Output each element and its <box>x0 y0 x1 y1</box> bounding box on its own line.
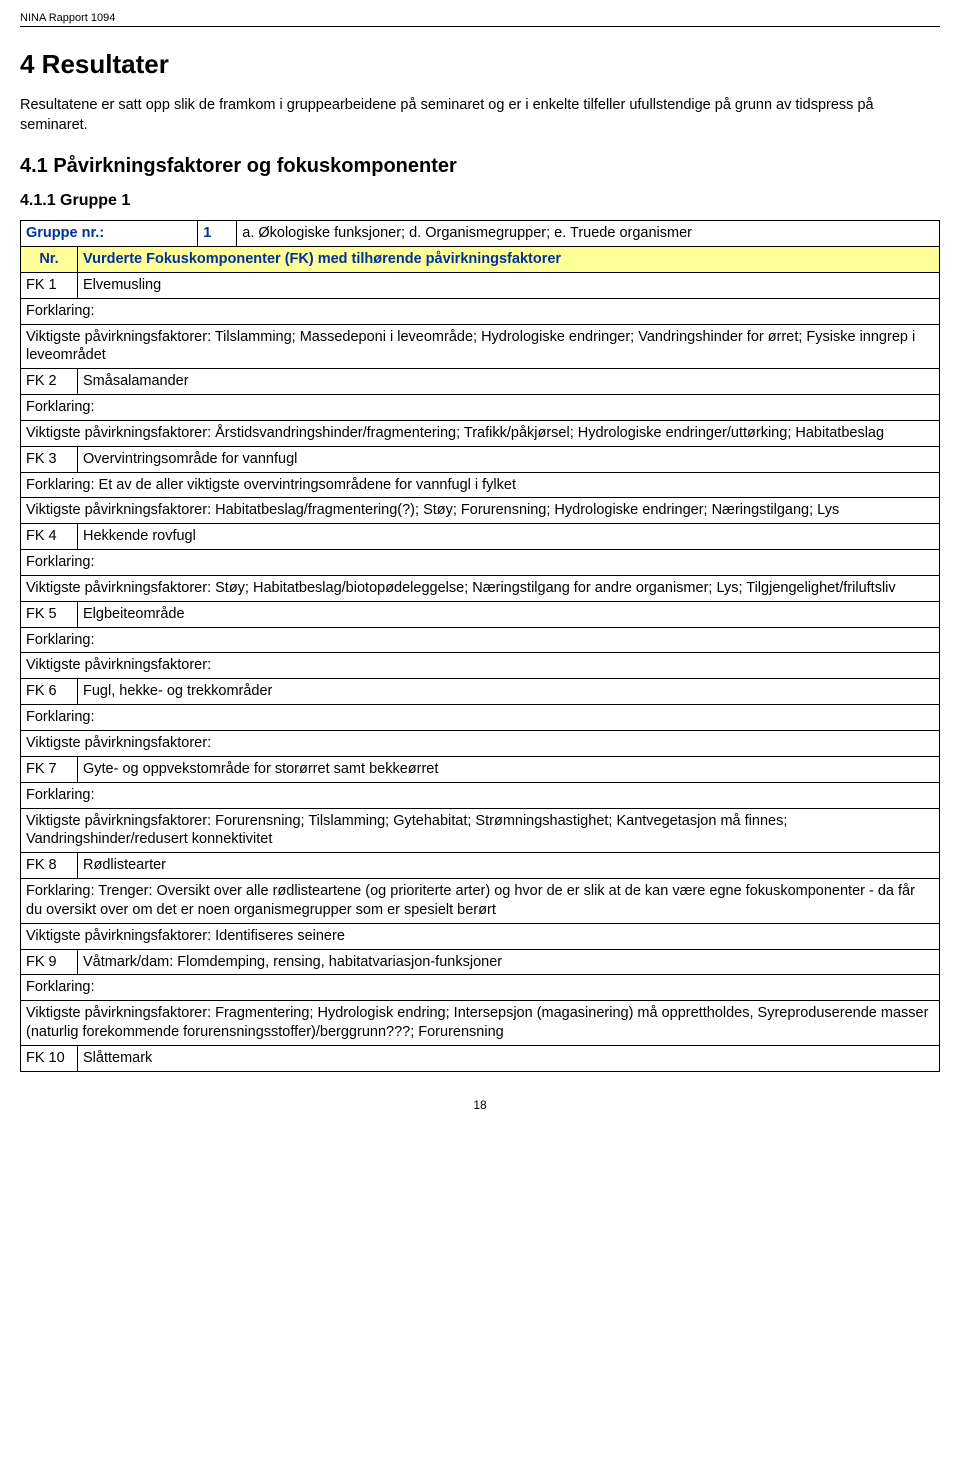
fk-explanation-row: Forklaring: <box>21 975 940 1001</box>
group-number: 1 <box>198 221 237 247</box>
fk-name: Slåttemark <box>78 1045 940 1071</box>
fk-header-title: Vurderte Fokuskomponenter (FK) med tilhø… <box>78 246 940 272</box>
fk-explanation-row: Forklaring: <box>21 298 940 324</box>
page-container: NINA Rapport 1094 4 Resultater Resultate… <box>0 0 960 1152</box>
fk-explanation-row: Forklaring: <box>21 627 940 653</box>
fk-name: Rødlistearter <box>78 853 940 879</box>
fk-row: FK 1Elvemusling <box>21 272 940 298</box>
fk-factors-row: Viktigste påvirkningsfaktorer: Fragmente… <box>21 1001 940 1046</box>
fk-explanation-row: Forklaring: Et av de aller viktigste ove… <box>21 472 940 498</box>
fk-explanation: Forklaring: Trenger: Oversikt over alle … <box>21 879 940 924</box>
fk-name: Gyte- og oppvekstområde for storørret sa… <box>78 756 940 782</box>
fk-factors: Viktigste påvirkningsfaktorer: Støy; Hab… <box>21 575 940 601</box>
fk-factors: Viktigste påvirkningsfaktorer: <box>21 731 940 757</box>
fk-explanation-row: Forklaring: Trenger: Oversikt over alle … <box>21 879 940 924</box>
fk-factors: Viktigste påvirkningsfaktorer: Tilslammi… <box>21 324 940 369</box>
fk-name: Hekkende rovfugl <box>78 524 940 550</box>
fk-label: FK 10 <box>21 1045 78 1071</box>
fk-factors: Viktigste påvirkningsfaktorer: Fragmente… <box>21 1001 940 1046</box>
fk-row: FK 10Slåttemark <box>21 1045 940 1071</box>
heading-411: 4.1.1 Gruppe 1 <box>20 192 940 210</box>
intro-paragraph: Resultatene er satt opp slik de framkom … <box>20 96 940 135</box>
fk-label: FK 9 <box>21 949 78 975</box>
group-header-row: Gruppe nr.:1a. Økologiske funksjoner; d.… <box>21 221 940 247</box>
fk-label: FK 5 <box>21 601 78 627</box>
fk-explanation: Forklaring: <box>21 298 940 324</box>
fk-factors-row: Viktigste påvirkningsfaktorer: <box>21 731 940 757</box>
fk-factors: Viktigste påvirkningsfaktorer: Habitatbe… <box>21 498 940 524</box>
fk-row: FK 5Elgbeiteområde <box>21 601 940 627</box>
fk-row: FK 8Rødlistearter <box>21 853 940 879</box>
fk-row: FK 9Våtmark/dam: Flomdemping, rensing, h… <box>21 949 940 975</box>
fk-row: FK 4Hekkende rovfugl <box>21 524 940 550</box>
fk-row: FK 6Fugl, hekke- og trekkområder <box>21 679 940 705</box>
fk-factors-row: Viktigste påvirkningsfaktorer: Tilslammi… <box>21 324 940 369</box>
fk-label: FK 4 <box>21 524 78 550</box>
fk-factors: Viktigste påvirkningsfaktorer: Identifis… <box>21 923 940 949</box>
fk-explanation-row: Forklaring: <box>21 550 940 576</box>
fk-explanation: Forklaring: <box>21 975 940 1001</box>
fk-explanation-row: Forklaring: <box>21 782 940 808</box>
fk-factors: Viktigste påvirkningsfaktorer: Årstidsva… <box>21 420 940 446</box>
fk-explanation-row: Forklaring: <box>21 705 940 731</box>
fk-name: Elvemusling <box>78 272 940 298</box>
fk-explanation: Forklaring: <box>21 550 940 576</box>
fk-row: FK 3Overvintringsområde for vannfugl <box>21 446 940 472</box>
fk-factors-row: Viktigste påvirkningsfaktorer: Årstidsva… <box>21 420 940 446</box>
fk-factors-row: Viktigste påvirkningsfaktorer: Støy; Hab… <box>21 575 940 601</box>
fk-explanation: Forklaring: Et av de aller viktigste ove… <box>21 472 940 498</box>
fk-factors-row: Viktigste påvirkningsfaktorer: Identifis… <box>21 923 940 949</box>
fk-name: Våtmark/dam: Flomdemping, rensing, habit… <box>78 949 940 975</box>
fk-explanation-row: Forklaring: <box>21 395 940 421</box>
heading-results: 4 Resultater <box>20 49 940 80</box>
fk-row: FK 7Gyte- og oppvekstområde for storørre… <box>21 756 940 782</box>
fk-name: Småsalamander <box>78 369 940 395</box>
fk-factors-row: Viktigste påvirkningsfaktorer: Forurensn… <box>21 808 940 853</box>
fk-label: FK 8 <box>21 853 78 879</box>
fk-explanation: Forklaring: <box>21 395 940 421</box>
fk-name: Elgbeiteområde <box>78 601 940 627</box>
fk-label: FK 2 <box>21 369 78 395</box>
running-header: NINA Rapport 1094 <box>20 12 940 27</box>
page-number: 18 <box>20 1098 940 1112</box>
fk-label: FK 1 <box>21 272 78 298</box>
fk-header-row: Nr.Vurderte Fokuskomponenter (FK) med ti… <box>21 246 940 272</box>
fk-explanation: Forklaring: <box>21 627 940 653</box>
group-description: a. Økologiske funksjoner; d. Organismegr… <box>237 221 940 247</box>
group-label: Gruppe nr.: <box>21 221 198 247</box>
fk-factors: Viktigste påvirkningsfaktorer: <box>21 653 940 679</box>
fk-name: Fugl, hekke- og trekkområder <box>78 679 940 705</box>
fk-label: FK 3 <box>21 446 78 472</box>
fk-header-nr: Nr. <box>21 246 78 272</box>
fk-factors-row: Viktigste påvirkningsfaktorer: Habitatbe… <box>21 498 940 524</box>
fk-explanation: Forklaring: <box>21 782 940 808</box>
fk-table: Gruppe nr.:1a. Økologiske funksjoner; d.… <box>20 220 940 1072</box>
fk-label: FK 7 <box>21 756 78 782</box>
fk-explanation: Forklaring: <box>21 705 940 731</box>
fk-factors-row: Viktigste påvirkningsfaktorer: <box>21 653 940 679</box>
fk-factors: Viktigste påvirkningsfaktorer: Forurensn… <box>21 808 940 853</box>
fk-name: Overvintringsområde for vannfugl <box>78 446 940 472</box>
fk-row: FK 2Småsalamander <box>21 369 940 395</box>
fk-label: FK 6 <box>21 679 78 705</box>
heading-41: 4.1 Påvirkningsfaktorer og fokuskomponen… <box>20 155 940 178</box>
